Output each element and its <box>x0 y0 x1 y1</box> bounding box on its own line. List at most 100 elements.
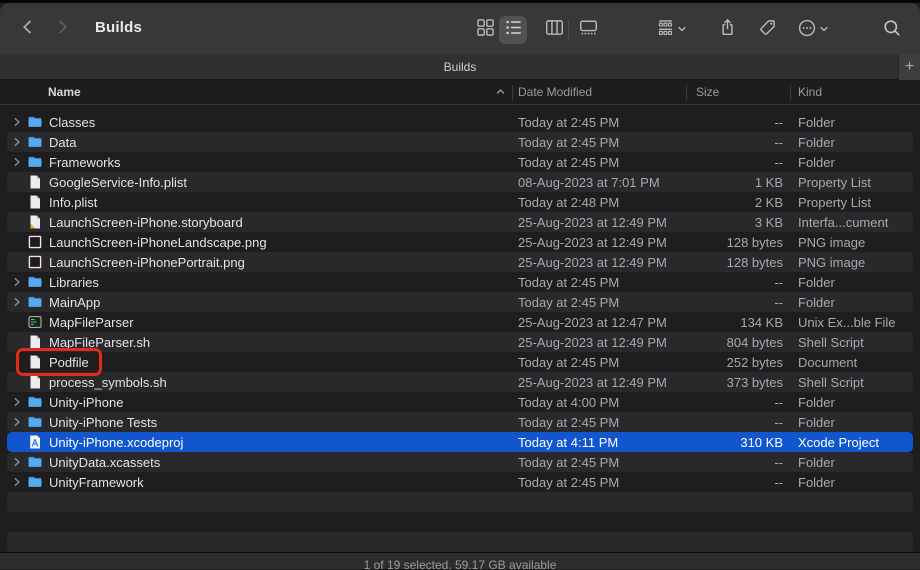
disclosure-chevron-icon[interactable] <box>11 297 23 307</box>
file-row[interactable]: FrameworksToday at 2:45 PM--Folder <box>0 152 920 172</box>
sort-ascending-icon <box>495 86 506 100</box>
file-date-modified: 25-Aug-2023 at 12:47 PM <box>518 315 667 330</box>
file-size: -- <box>676 475 783 490</box>
file-date-modified: 08-Aug-2023 at 7:01 PM <box>518 175 660 190</box>
tab-builds[interactable]: Builds <box>444 60 477 74</box>
file-kind: Folder <box>798 275 835 290</box>
empty-row <box>0 532 920 552</box>
file-row[interactable]: LaunchScreen-iPhone.storyboard25-Aug-202… <box>0 212 920 232</box>
file-row[interactable]: GoogleService-Info.plist 08-Aug-2023 at 7… <box>0 172 920 192</box>
tab-bar: Builds + <box>0 54 920 80</box>
file-row[interactable]: Info.plistToday at 2:48 PM2 KBProperty L… <box>0 192 920 212</box>
file-date-modified: Today at 2:45 PM <box>518 115 619 130</box>
column-header-date-modified[interactable]: Date Modified <box>518 85 592 99</box>
disclosure-chevron-icon[interactable] <box>11 477 23 487</box>
share-button[interactable] <box>713 16 741 44</box>
file-row[interactable]: ClassesToday at 2:45 PM--Folder <box>0 112 920 132</box>
file-row[interactable]: PodfileToday at 2:45 PM252 bytesDocument <box>0 352 920 372</box>
file-row[interactable]: LaunchScreen-iPhoneLandscape.png25-Aug-2… <box>0 232 920 252</box>
file-date-modified: Today at 2:48 PM <box>518 195 619 210</box>
toolbar-divider <box>568 20 569 40</box>
file-row[interactable]: LaunchScreen-iPhonePortrait.png25-Aug-20… <box>0 252 920 272</box>
column-view-button[interactable] <box>540 16 568 44</box>
file-kind: Property List <box>798 175 871 190</box>
file-date-modified: Today at 2:45 PM <box>518 415 619 430</box>
file-size: 252 bytes <box>676 355 783 370</box>
column-header-name[interactable]: Name <box>48 85 81 99</box>
file-row[interactable]: Unity-iPhoneToday at 4:00 PM--Folder <box>0 392 920 412</box>
gallery-view-button[interactable] <box>574 16 602 44</box>
file-date-modified: 25-Aug-2023 at 12:49 PM <box>518 235 667 250</box>
disclosure-chevron-icon[interactable] <box>11 157 23 167</box>
file-row[interactable]: MainAppToday at 2:45 PM--Folder <box>0 292 920 312</box>
disclosure-chevron-icon[interactable] <box>11 277 23 287</box>
column-header-size[interactable]: Size <box>696 85 719 99</box>
list-view-button[interactable] <box>499 16 527 44</box>
file-name: process_symbols.sh <box>49 375 167 390</box>
disclosure-chevron-icon[interactable] <box>11 137 23 147</box>
disclosure-chevron-icon[interactable] <box>11 397 23 407</box>
file-name: GoogleService-Info.plist <box>49 175 187 190</box>
file-list: ClassesToday at 2:45 PM--FolderDataToday… <box>0 105 920 552</box>
file-row[interactable]: UnityData.xcassetsToday at 2:45 PM--Fold… <box>0 452 920 472</box>
file-kind: Xcode Project <box>798 435 879 450</box>
folder-icon <box>27 134 43 150</box>
finder-window: Builds Build <box>0 0 920 570</box>
column-header-kind[interactable]: Kind <box>798 85 822 99</box>
back-button[interactable] <box>15 16 41 42</box>
folder-icon <box>27 454 43 470</box>
folder-icon <box>27 154 43 170</box>
exec-icon <box>27 314 43 330</box>
new-tab-button[interactable]: + <box>898 54 920 80</box>
disclosure-chevron-icon[interactable] <box>11 417 23 427</box>
file-kind: Folder <box>798 455 835 470</box>
file-row[interactable]: UnityFrameworkToday at 2:45 PM--Folder <box>0 472 920 492</box>
file-name: Libraries <box>49 275 99 290</box>
status-text: 1 of 19 selected, 59.17 GB available <box>364 558 557 569</box>
empty-row <box>0 492 920 512</box>
tag-icon <box>758 18 777 42</box>
file-name: Unity-iPhone <box>49 395 123 410</box>
file-kind: Shell Script <box>798 335 864 350</box>
doc-icon <box>27 334 43 350</box>
file-date-modified: 25-Aug-2023 at 12:49 PM <box>518 375 667 390</box>
file-row[interactable]: MapFileParser 25-Aug-2023 at 12:47 PM 134 … <box>0 312 920 332</box>
group-by-icon <box>656 18 675 42</box>
chevron-down-icon <box>819 21 829 39</box>
tags-button[interactable] <box>753 16 781 44</box>
file-row[interactable]: MapFileParser.sh25-Aug-2023 at 12:49 PM8… <box>0 332 920 352</box>
storyboard-icon <box>27 214 43 230</box>
file-row[interactable]: process_symbols.sh 25-Aug-2023 at 12:49 P… <box>0 372 920 392</box>
file-row[interactable]: Unity-iPhone TestsToday at 2:45 PM--Fold… <box>0 412 920 432</box>
file-date-modified: Today at 2:45 PM <box>518 455 619 470</box>
file-name: MapFileParser <box>49 315 134 330</box>
file-row[interactable]: Unity-iPhone.xcodeprojToday at 4:11 PM31… <box>0 432 920 452</box>
column-divider[interactable] <box>686 85 687 100</box>
icon-view-button[interactable] <box>471 16 499 44</box>
file-size: 128 bytes <box>676 235 783 250</box>
doc-icon <box>27 194 43 210</box>
file-size: -- <box>676 115 783 130</box>
file-size: 134 KB <box>676 315 783 330</box>
file-size: -- <box>676 275 783 290</box>
grid-view-icon <box>476 18 495 42</box>
file-row[interactable]: DataToday at 2:45 PM--Folder <box>0 132 920 152</box>
disclosure-chevron-icon[interactable] <box>11 117 23 127</box>
back-chevron-icon <box>18 17 38 42</box>
forward-button[interactable] <box>49 16 75 42</box>
file-date-modified: 25-Aug-2023 at 12:49 PM <box>518 215 667 230</box>
window-title: Builds <box>95 19 142 36</box>
chevron-down-icon <box>677 21 687 39</box>
file-size: -- <box>676 135 783 150</box>
search-button[interactable] <box>878 16 906 44</box>
file-row[interactable]: LibrariesToday at 2:45 PM--Folder <box>0 272 920 292</box>
more-actions-button[interactable] <box>792 16 834 44</box>
file-date-modified: Today at 2:45 PM <box>518 135 619 150</box>
column-divider[interactable] <box>790 85 791 100</box>
file-size: 373 bytes <box>676 375 783 390</box>
group-by-button[interactable] <box>650 16 692 44</box>
disclosure-chevron-icon[interactable] <box>11 457 23 467</box>
column-divider[interactable] <box>512 85 513 100</box>
file-size: 2 KB <box>676 195 783 210</box>
file-date-modified: 25-Aug-2023 at 12:49 PM <box>518 335 667 350</box>
